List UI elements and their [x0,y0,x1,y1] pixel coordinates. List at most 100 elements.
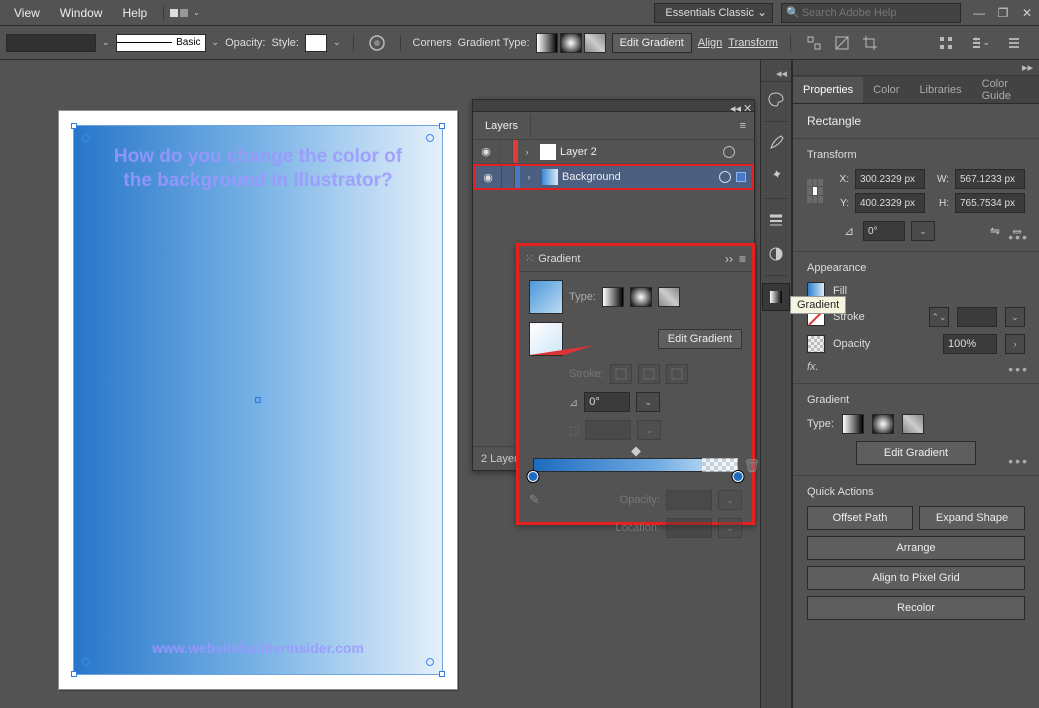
target-icon[interactable] [723,146,735,158]
restore-button[interactable]: ❐ [995,5,1011,21]
fx-label[interactable]: fx. [807,361,1025,373]
gradient-fill-preview[interactable] [529,280,563,314]
selected-rectangle[interactable]: How do you change the color of the backg… [73,125,443,675]
brushes-panel-icon[interactable] [762,129,790,157]
gradient-stop-right[interactable] [733,471,744,482]
layer-row-selected[interactable]: ◉ › Background [473,164,754,190]
angle-dropdown[interactable]: ⌄ [636,392,660,412]
radial-gradient-button[interactable] [630,287,652,307]
menu-window[interactable]: Window [50,2,113,24]
midpoint-diamond[interactable] [631,447,641,457]
linear-gradient-button[interactable] [602,287,624,307]
h-input[interactable] [955,193,1025,213]
more-options-icon[interactable]: ••• [1008,229,1029,245]
corner-widget[interactable] [82,658,90,666]
panel-grip[interactable]: ◂◂ ✕ [473,100,754,112]
radial-gradient-button[interactable] [560,33,582,53]
panel-menu-icon[interactable] [1003,32,1025,54]
stroke-weight-input[interactable] [957,307,997,327]
selection-handle[interactable] [71,123,77,129]
gradient-grip-icon[interactable]: ⁙ [525,252,534,265]
selection-indicator[interactable] [736,172,746,182]
radial-gradient-button[interactable] [872,414,894,434]
selection-handle[interactable] [71,671,77,677]
reference-point[interactable] [807,179,823,203]
freeform-gradient-button[interactable] [584,33,606,53]
freeform-gradient-button[interactable] [658,287,680,307]
recolor-button[interactable]: Recolor [807,596,1025,620]
opacity-input[interactable] [943,334,997,354]
corner-widget[interactable] [426,134,434,142]
gradient-stop-left[interactable] [528,471,539,482]
stroke-weight-stepper[interactable]: ⌃⌄ [929,307,949,327]
gradient-slider[interactable]: 🗑 [533,458,738,472]
help-search[interactable]: 🔍 [781,3,961,23]
w-input[interactable] [955,169,1025,189]
target-icon[interactable] [719,171,731,183]
chevron-down-icon[interactable]: ⌄ [102,37,110,48]
transform-link[interactable]: Transform [728,37,778,49]
stroke-weight-dropdown[interactable]: ⌄ [1005,307,1025,327]
stroke-style-basic[interactable]: Basic [116,34,206,52]
disclosure-icon[interactable]: › [518,147,536,157]
freeform-gradient-button[interactable] [902,414,924,434]
graphic-style-swatch[interactable] [305,34,327,52]
flip-horizontal-icon[interactable]: ⇋ [987,223,1003,239]
selection-handle[interactable] [439,123,445,129]
eyedropper-icon[interactable]: ✎ [529,492,547,508]
edit-gradient-button[interactable]: Edit Gradient [658,329,742,349]
layers-tab[interactable]: Layers [473,114,531,138]
corner-widget[interactable] [82,134,90,142]
linear-gradient-button[interactable] [842,414,864,434]
disclosure-icon[interactable]: › [520,172,538,182]
minimize-button[interactable]: — [971,5,987,21]
expand-shape-button[interactable]: Expand Shape [919,506,1025,530]
lock-column[interactable] [501,166,515,188]
center-handle[interactable] [255,397,261,403]
artboard[interactable]: How do you change the color of the backg… [58,110,458,690]
document-layout-picker[interactable]: ⌄ [170,8,200,17]
layer-name[interactable]: Layer 2 [560,146,723,158]
collapse-icon[interactable]: ◂◂ [730,102,737,109]
menu-view[interactable]: View [4,2,50,24]
edit-gradient-button[interactable]: Edit Gradient [612,33,692,53]
more-options-icon[interactable]: ••• [1008,361,1029,377]
tab-properties[interactable]: Properties [793,77,863,103]
linear-gradient-button[interactable] [536,33,558,53]
isolate-icon[interactable] [803,32,825,54]
x-input[interactable] [855,169,925,189]
align-link[interactable]: Align [698,37,722,49]
tab-color[interactable]: Color [863,77,909,103]
recolor-icon[interactable] [366,32,388,54]
layer-row[interactable]: ◉ › Layer 2 [473,140,754,164]
close-button[interactable]: ✕ [1019,5,1035,21]
edit-gradient-button[interactable]: Edit Gradient [856,441,976,465]
layer-name[interactable]: Background [562,171,719,183]
help-search-input[interactable] [802,7,956,19]
canvas-area[interactable]: How do you change the color of the backg… [18,78,459,688]
preferences-icon[interactable]: ⌄ [969,32,991,54]
visibility-icon[interactable]: ◉ [473,145,499,158]
chevron-down-icon[interactable]: ⌄ [212,37,220,48]
rotate-dropdown[interactable]: ⌄ [911,221,935,241]
dock-collapse-icon[interactable]: ◂◂ [761,66,791,82]
fill-swatch[interactable] [6,34,96,52]
stroke-panel-icon[interactable] [762,206,790,234]
panel-menu-icon[interactable]: ≡ [732,120,754,132]
crop-icon[interactable] [859,32,881,54]
y-input[interactable] [855,193,925,213]
symbols-panel-icon[interactable] [762,163,790,191]
menu-help[interactable]: Help [112,2,157,24]
workspace-switcher[interactable]: Essentials Classic [654,3,773,23]
lock-column[interactable] [499,140,513,163]
swatches-panel-icon[interactable] [762,240,790,268]
angle-input[interactable] [584,392,630,412]
gradient-panel-icon[interactable] [762,283,790,311]
expand-icon[interactable]: ›› [725,252,733,266]
opacity-dropdown[interactable]: › [1005,334,1025,354]
edit-mask-icon[interactable] [831,32,853,54]
color-panel-icon[interactable] [762,86,790,114]
offset-path-button[interactable]: Offset Path [807,506,913,530]
align-pixel-grid-button[interactable]: Align to Pixel Grid [807,566,1025,590]
arrange-button[interactable]: Arrange [807,536,1025,560]
